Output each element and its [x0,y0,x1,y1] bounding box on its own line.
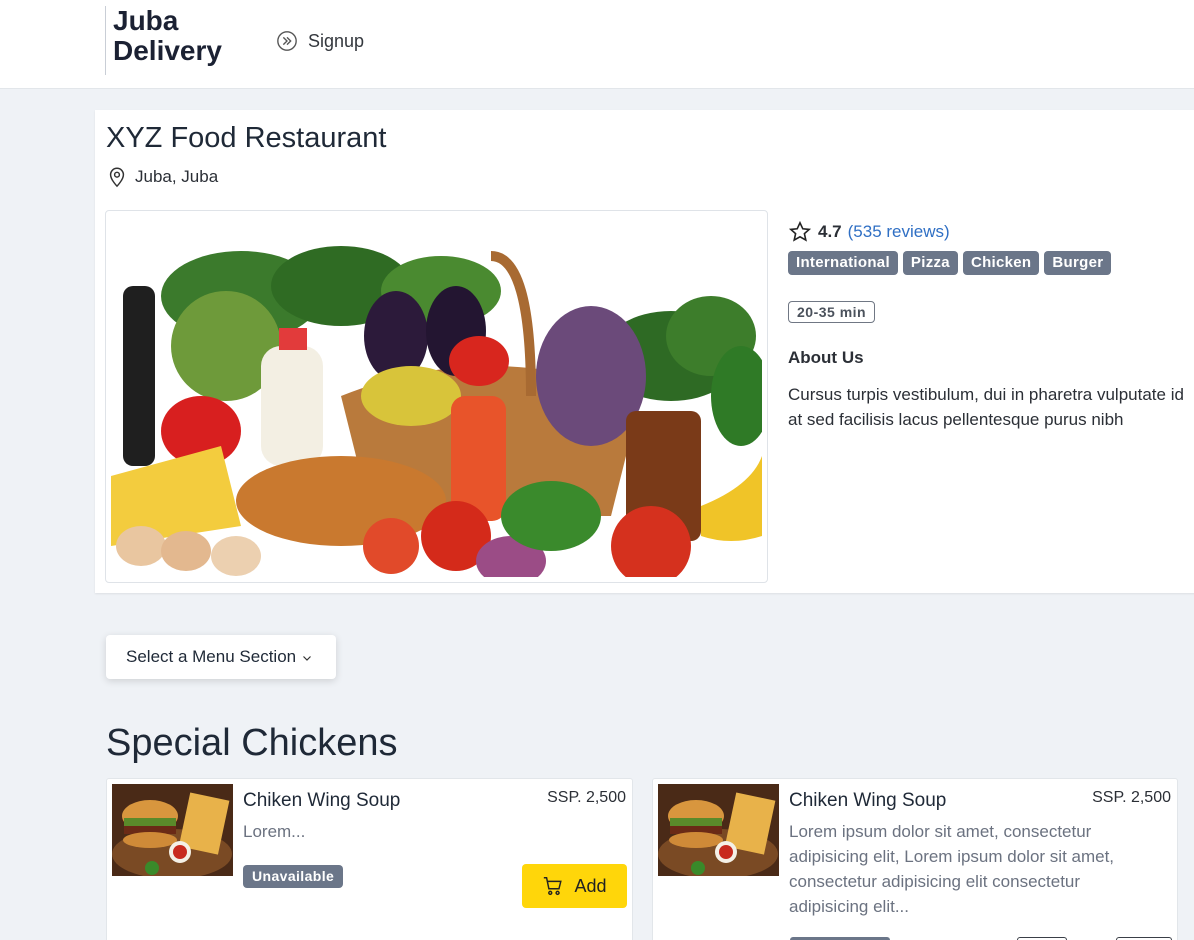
restaurant-location: Juba, Juba [106,166,218,188]
cuisine-tag: Chicken [962,251,1040,275]
shopping-cart-icon [544,877,563,896]
item-name: Chiken Wing Soup [789,790,947,811]
brand-line-1: Juba [113,5,179,36]
delivery-time-badge: 20-35 min [788,301,876,323]
add-to-cart-button[interactable]: Add [522,864,627,908]
description-line: adipisicing elit, Lorem ipsum dolor sit … [789,847,1115,866]
cuisine-tags: International Pizza Chicken Burger [788,251,1112,275]
add-label: Add [574,875,607,896]
restaurant-hero-image [105,210,768,583]
restaurant-card: XYZ Food Restaurant Juba, Juba 4.7 (535 … [95,110,1194,593]
item-price: SSP. 2,500 [547,789,626,806]
menu-section-label: Select a Menu Section [126,647,297,666]
item-name: Chiken Wing Soup [243,790,401,811]
rating-row: 4.7 (535 reviews) [788,220,950,244]
chevrons-right-circle-icon [277,31,297,51]
cuisine-tag: Pizza [902,251,958,275]
item-price: SSP. 2,500 [1092,789,1171,806]
reviews-link[interactable]: (535 reviews) [848,222,950,242]
top-navbar: Juba Delivery Signup [0,0,1194,89]
food-thumbnail [112,784,233,876]
map-pin-icon [109,167,125,188]
cuisine-tag: Burger [1044,251,1112,275]
star-icon [788,220,812,242]
unavailable-badge: Unavailable [243,865,344,888]
chevron-down-icon [303,656,312,661]
menu-item-card: Chiken Wing Soup SSP. 2,500 Lorem... Una… [106,778,633,940]
restaurant-name: XYZ Food Restaurant [106,122,387,154]
about-line: Cursus turpis vestibulum, dui in pharetr… [788,385,1184,404]
about-text: Cursus turpis vestibulum, dui in pharetr… [788,382,1194,432]
description-line: adipisicing elit... [789,897,910,916]
food-thumbnail [658,784,779,876]
signup-label: Signup [308,30,365,51]
about-heading: About Us [788,348,864,367]
description-line: consectetur adipisicing elit consectetur [789,872,1081,891]
item-description: Lorem ipsum dolor sit amet, consectetur … [789,819,1141,919]
brand-line-2: Delivery [113,35,222,66]
menu-section-dropdown[interactable]: Select a Menu Section [106,635,336,679]
brand-logo[interactable]: Juba Delivery [105,6,222,75]
location-text: Juba, Juba [135,167,219,186]
cuisine-tag: International [788,251,898,275]
rating-value: 4.7 [818,222,842,241]
menu-item-card: Chiken Wing Soup SSP. 2,500 Lorem ipsum … [652,778,1178,940]
menu-section-title: Special Chickens [106,722,398,764]
about-line: at sed facilisis lacus pellentesque puru… [788,410,1124,429]
item-description: Lorem... [243,822,306,841]
description-line: Lorem ipsum dolor sit amet, consectetur [789,822,1092,841]
signup-link[interactable]: Signup [276,30,364,52]
